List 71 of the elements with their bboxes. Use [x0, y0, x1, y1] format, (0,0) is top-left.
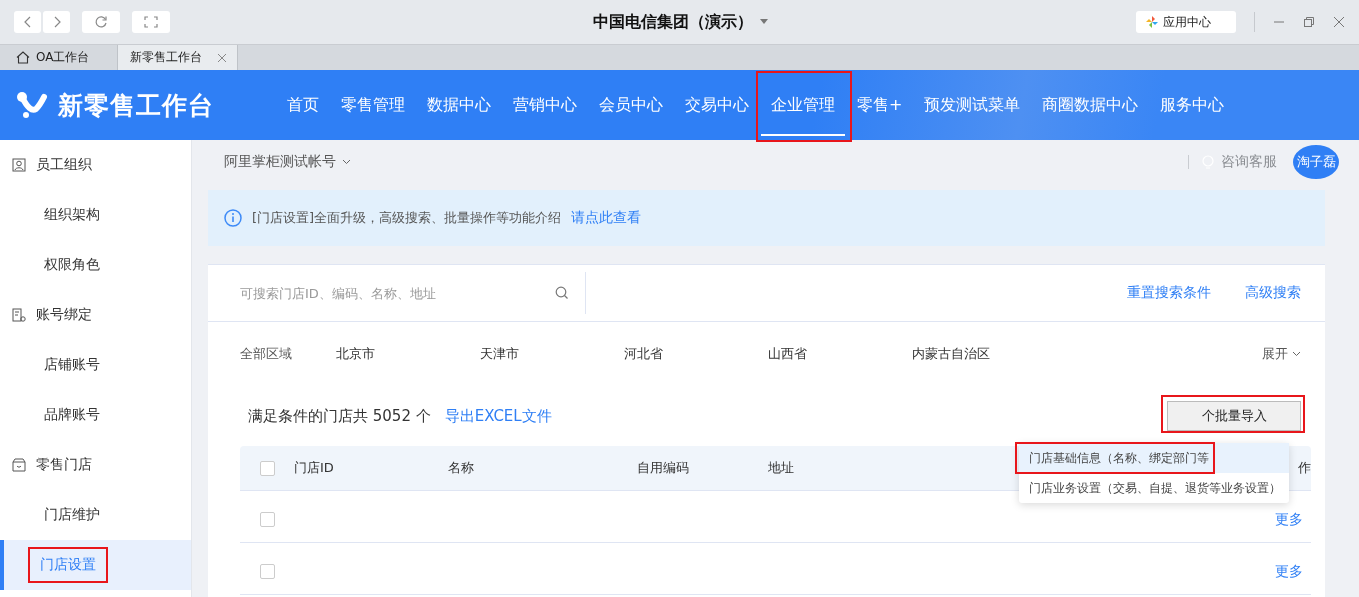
column-header: 门店ID: [294, 459, 335, 477]
account-icon: [12, 308, 26, 322]
refresh-button[interactable]: [82, 11, 120, 33]
nav-tab[interactable]: 零售+: [847, 74, 913, 136]
app-logo-text: 新零售工作台: [58, 89, 214, 122]
forward-button[interactable]: [43, 11, 70, 33]
sidebar-group[interactable]: 账号绑定: [0, 290, 191, 340]
close-icon[interactable]: [1333, 16, 1345, 28]
nav-tab[interactable]: 服务中心: [1150, 74, 1235, 136]
sidebar-item[interactable]: 店铺账号: [0, 340, 191, 390]
nav-tab[interactable]: 数据中心: [417, 74, 501, 136]
sidebar-item[interactable]: 品牌账号: [0, 390, 191, 440]
chevron-down-icon: [342, 159, 351, 165]
nav-tab[interactable]: 企业管理: [761, 74, 845, 136]
more-link[interactable]: 更多: [1275, 562, 1303, 581]
result-count: 满足条件的门店共 5052 个: [248, 406, 431, 426]
refresh-icon: [94, 15, 108, 29]
region-option[interactable]: 北京市: [336, 345, 480, 363]
person-icon: [12, 158, 26, 172]
batch-import-button[interactable]: 个批量导入: [1167, 401, 1301, 431]
back-button[interactable]: [14, 11, 41, 33]
sidebar-item[interactable]: 权限角色: [0, 240, 191, 290]
region-option[interactable]: 山西省: [768, 345, 912, 363]
column-header: 自用编码: [637, 459, 690, 477]
row-checkbox[interactable]: [259, 564, 275, 579]
sidebar-item[interactable]: 组织架构: [0, 190, 191, 240]
info-icon: [224, 209, 242, 227]
notice-text: [门店设置]全面升级，高级搜索、批量操作等功能介绍: [252, 209, 562, 227]
region-option[interactable]: 内蒙古自治区: [912, 345, 1056, 363]
row-checkbox[interactable]: [259, 512, 275, 527]
export-link[interactable]: 导出EXCEL文件: [444, 406, 552, 426]
advanced-search-link[interactable]: 高级搜索: [1245, 284, 1301, 302]
chevron-left-icon: [22, 16, 33, 28]
column-header: 作: [1298, 459, 1311, 477]
close-icon[interactable]: [217, 52, 227, 63]
caret-icon[interactable]: [760, 19, 768, 24]
menu-item[interactable]: 门店业务设置（交易、自提、退货等业务设置）: [1019, 473, 1289, 503]
nav-tab[interactable]: 零售管理: [331, 74, 415, 136]
nav-tab[interactable]: 首页: [277, 74, 329, 136]
nav-tab[interactable]: 会员中心: [589, 74, 673, 136]
region-option[interactable]: 河北省: [624, 345, 768, 363]
more-link[interactable]: 更多: [1275, 510, 1303, 529]
menu-item[interactable]: 门店基础信息（名称、绑定部门等: [1019, 443, 1289, 473]
window-title[interactable]: 中国电信集团（演示）: [593, 12, 753, 33]
column-header: 名称: [448, 459, 475, 477]
logo-icon: [16, 91, 50, 119]
expand-toggle[interactable]: 展开: [1262, 345, 1301, 363]
store-icon: [12, 458, 26, 472]
search-field[interactable]: 可搜索门店ID、编码、名称、地址: [238, 284, 555, 302]
column-header: 地址: [768, 459, 794, 477]
restore-icon[interactable]: [1303, 16, 1315, 28]
fullscreen-button[interactable]: [132, 11, 170, 33]
nav-tab[interactable]: 交易中心: [675, 74, 759, 136]
home-icon: [16, 51, 30, 64]
nav-tab[interactable]: 营销中心: [503, 74, 587, 136]
sidebar-group[interactable]: 零售门店: [0, 440, 191, 490]
search-icon: [555, 286, 569, 300]
reset-search-link[interactable]: 重置搜索条件: [1127, 284, 1211, 302]
fullscreen-icon: [144, 16, 158, 28]
region-option[interactable]: 天津市: [480, 345, 624, 363]
sidebar-item[interactable]: 门店设置: [0, 540, 191, 590]
chevron-down-icon: [1292, 351, 1301, 357]
sidebar-group[interactable]: 员工组织: [0, 140, 191, 190]
account-dropdown[interactable]: 阿里掌柜测试帐号: [224, 153, 351, 171]
region-label: 全部区域: [240, 345, 293, 363]
sidebar-item[interactable]: 门店维护: [0, 490, 191, 540]
app-center-icon: [1146, 16, 1158, 28]
select-all-checkbox[interactable]: [259, 460, 275, 476]
browser-tab[interactable]: 新零售工作台: [118, 45, 238, 70]
user-avatar[interactable]: 淘子磊: [1293, 145, 1339, 179]
app-center-button[interactable]: 应用中心: [1136, 11, 1236, 33]
